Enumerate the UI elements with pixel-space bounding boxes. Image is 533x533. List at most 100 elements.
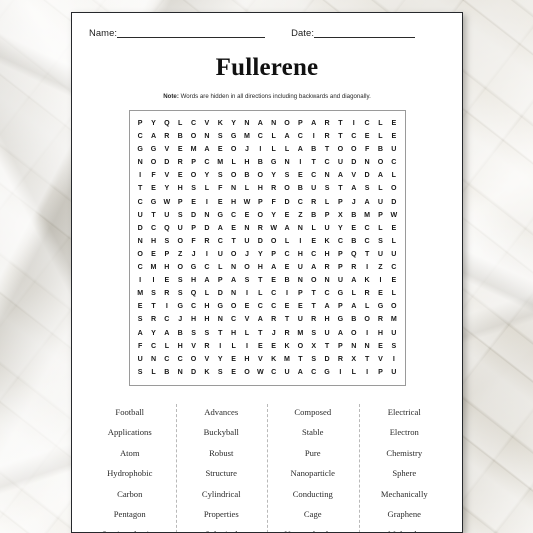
word-list-item[interactable]: Semiconducting (84, 524, 176, 532)
grid-cell[interactable]: P (267, 248, 280, 261)
grid-cell[interactable]: V (200, 353, 213, 366)
word-list-item[interactable]: Hydrophobic (84, 463, 176, 483)
grid-cell[interactable]: D (200, 222, 213, 235)
grid-cell[interactable]: E (240, 209, 253, 222)
grid-cell[interactable]: D (387, 196, 400, 209)
grid-cell[interactable]: F (134, 340, 147, 353)
grid-cell[interactable]: E (387, 130, 400, 143)
grid-cell[interactable]: H (200, 313, 213, 326)
grid-cell[interactable]: C (254, 300, 267, 313)
grid-cell[interactable]: C (387, 261, 400, 274)
grid-cell[interactable]: V (240, 313, 253, 326)
grid-cell[interactable]: C (187, 300, 200, 313)
grid-cell[interactable]: P (334, 300, 347, 313)
grid-cell[interactable]: M (214, 156, 227, 169)
grid-cell[interactable]: U (374, 196, 387, 209)
grid-cell[interactable]: H (160, 261, 173, 274)
grid-cell[interactable]: U (374, 248, 387, 261)
word-list-item[interactable]: Chemistry (359, 443, 451, 463)
grid-cell[interactable]: P (160, 248, 173, 261)
grid-cell[interactable]: L (254, 287, 267, 300)
grid-cell[interactable]: N (320, 169, 333, 182)
grid-cell[interactable]: Z (374, 261, 387, 274)
grid-cell[interactable]: L (200, 287, 213, 300)
grid-cell[interactable]: C (134, 130, 147, 143)
grid-cell[interactable]: C (134, 261, 147, 274)
grid-cell[interactable]: C (320, 287, 333, 300)
grid-cell[interactable]: L (280, 143, 293, 156)
grid-cell[interactable]: H (200, 300, 213, 313)
grid-cell[interactable]: Y (147, 117, 160, 130)
grid-cell[interactable]: B (347, 235, 360, 248)
grid-cell[interactable]: L (160, 340, 173, 353)
grid-cell[interactable]: P (374, 366, 387, 379)
grid-cell[interactable]: C (294, 130, 307, 143)
grid-cell[interactable]: E (374, 287, 387, 300)
grid-cell[interactable]: N (360, 340, 373, 353)
grid-cell[interactable]: T (360, 248, 373, 261)
grid-cell[interactable]: S (134, 366, 147, 379)
grid-cell[interactable]: G (214, 300, 227, 313)
grid-cell[interactable]: O (280, 117, 293, 130)
grid-cell[interactable]: C (267, 287, 280, 300)
grid-cell[interactable]: Q (347, 248, 360, 261)
grid-cell[interactable]: T (294, 353, 307, 366)
grid-cell[interactable]: O (387, 300, 400, 313)
grid-cell[interactable]: L (374, 117, 387, 130)
grid-cell[interactable]: G (227, 130, 240, 143)
grid-cell[interactable]: R (267, 182, 280, 195)
grid-cell[interactable]: T (307, 287, 320, 300)
grid-cell[interactable]: G (334, 313, 347, 326)
grid-cell[interactable]: Y (200, 169, 213, 182)
grid-cell[interactable]: H (254, 261, 267, 274)
grid-cell[interactable]: P (334, 261, 347, 274)
word-list-item[interactable]: Electron (359, 422, 451, 442)
word-list-item[interactable]: Stable (267, 422, 359, 442)
grid-cell[interactable]: R (320, 261, 333, 274)
grid-cell[interactable]: O (187, 353, 200, 366)
grid-cell[interactable]: A (254, 117, 267, 130)
grid-cell[interactable]: T (147, 209, 160, 222)
grid-cell[interactable]: R (280, 327, 293, 340)
grid-cell[interactable]: H (254, 182, 267, 195)
grid-cell[interactable]: R (200, 340, 213, 353)
grid-cell[interactable]: P (374, 209, 387, 222)
grid-cell[interactable]: T (307, 156, 320, 169)
grid-cell[interactable]: E (227, 366, 240, 379)
grid-cell[interactable]: N (227, 287, 240, 300)
grid-cell[interactable]: C (160, 313, 173, 326)
grid-cell[interactable]: A (280, 130, 293, 143)
grid-cell[interactable]: E (280, 300, 293, 313)
grid-cell[interactable]: D (214, 287, 227, 300)
word-list-item[interactable]: Graphene (359, 504, 451, 524)
grid-cell[interactable]: A (294, 366, 307, 379)
grid-cell[interactable]: E (214, 143, 227, 156)
grid-cell[interactable]: H (187, 313, 200, 326)
grid-cell[interactable]: M (294, 327, 307, 340)
grid-cell[interactable]: S (187, 327, 200, 340)
grid-cell[interactable]: E (254, 340, 267, 353)
grid-cell[interactable]: N (147, 353, 160, 366)
grid-cell[interactable]: P (187, 222, 200, 235)
grid-cell[interactable]: H (174, 182, 187, 195)
grid-cell[interactable]: L (147, 366, 160, 379)
grid-cell[interactable]: E (280, 261, 293, 274)
grid-cell[interactable]: N (267, 117, 280, 130)
grid-cell[interactable]: I (334, 366, 347, 379)
grid-cell[interactable]: N (174, 366, 187, 379)
grid-cell[interactable]: O (347, 327, 360, 340)
grid-cell[interactable]: R (320, 117, 333, 130)
grid-cell[interactable]: S (320, 182, 333, 195)
grid-cell[interactable]: F (360, 143, 373, 156)
grid-cell[interactable]: I (160, 300, 173, 313)
grid-cell[interactable]: R (254, 222, 267, 235)
grid-cell[interactable]: I (134, 169, 147, 182)
grid-cell[interactable]: F (214, 182, 227, 195)
grid-cell[interactable]: N (347, 340, 360, 353)
grid-cell[interactable]: I (214, 340, 227, 353)
grid-cell[interactable]: L (240, 182, 253, 195)
grid-cell[interactable]: Y (267, 169, 280, 182)
grid-cell[interactable]: D (347, 156, 360, 169)
word-search-grid[interactable]: PYQLCVKYNANOPARTICLECARBONSGMCLACIRTCELE… (134, 117, 401, 379)
grid-cell[interactable]: T (147, 300, 160, 313)
